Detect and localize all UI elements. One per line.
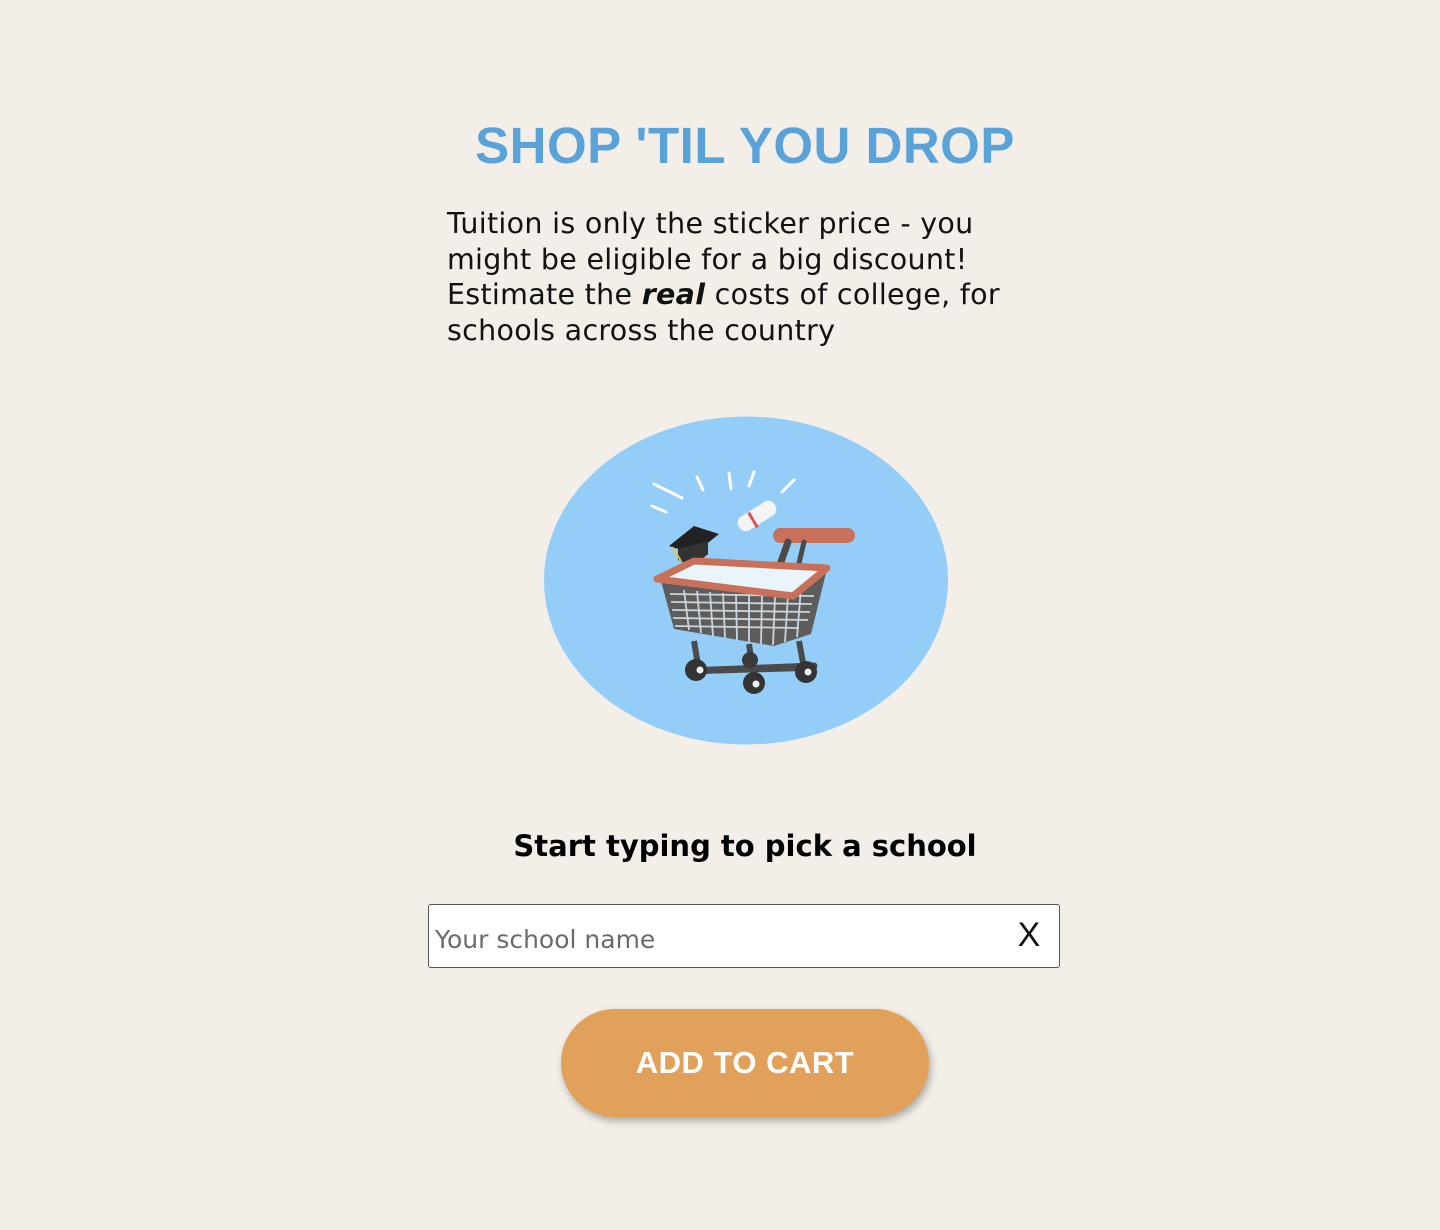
school-search-box: X [428,904,1060,970]
clear-input-button[interactable]: X [1013,915,1045,955]
add-to-cart-button[interactable]: ADD TO CART [561,1009,929,1117]
school-name-input[interactable] [435,905,995,970]
page-title: SHOP 'TIL YOU DROP [475,117,1015,174]
intro-text: Tuition is only the sticker price - you … [447,206,1067,348]
intro-emphasis: real [641,278,706,311]
shopping-cart-illustration [544,416,948,745]
illustration-svg [544,416,948,745]
school-picker-label: Start typing to pick a school [513,829,977,863]
